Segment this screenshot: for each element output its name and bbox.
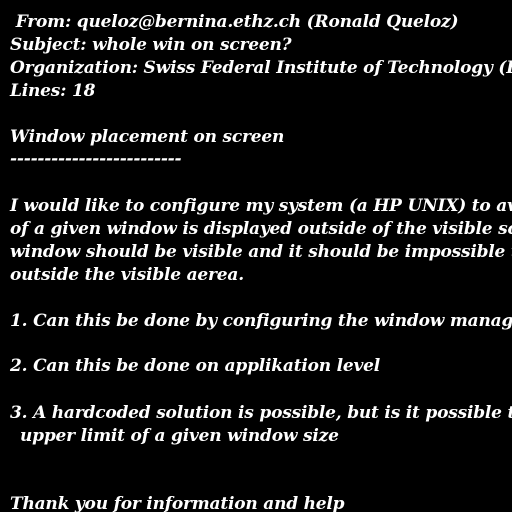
intro-line: of a given window is displayed outside o… [10, 219, 512, 239]
intro-line: window should be visible and it should b… [10, 242, 512, 262]
intro-line: I would like to configure my system (a H… [10, 196, 512, 216]
question-2: 2. Can this be done on applikation level [10, 356, 381, 376]
message-title: Window placement on screen [10, 127, 285, 147]
organization-line: Organization: Swiss Federal Institute of… [10, 58, 512, 78]
from-line: From: queloz@bernina.ethz.ch (Ronald Que… [10, 12, 459, 32]
closing-line: Thank you for information and help [10, 494, 345, 512]
title-underline: ------------------------- [10, 149, 182, 169]
question-3-continuation: upper limit of a given window size [20, 426, 339, 446]
question-3: 3. A hardcoded solution is possible, but… [10, 403, 512, 423]
intro-line: outside the visible aerea. [10, 265, 244, 285]
terminal-screen: From: queloz@bernina.ethz.ch (Ronald Que… [0, 0, 512, 512]
question-1: 1. Can this be done by configuring the w… [10, 311, 512, 331]
subject-line: Subject: whole win on screen? [10, 35, 292, 55]
lines-count-line: Lines: 18 [10, 81, 96, 101]
